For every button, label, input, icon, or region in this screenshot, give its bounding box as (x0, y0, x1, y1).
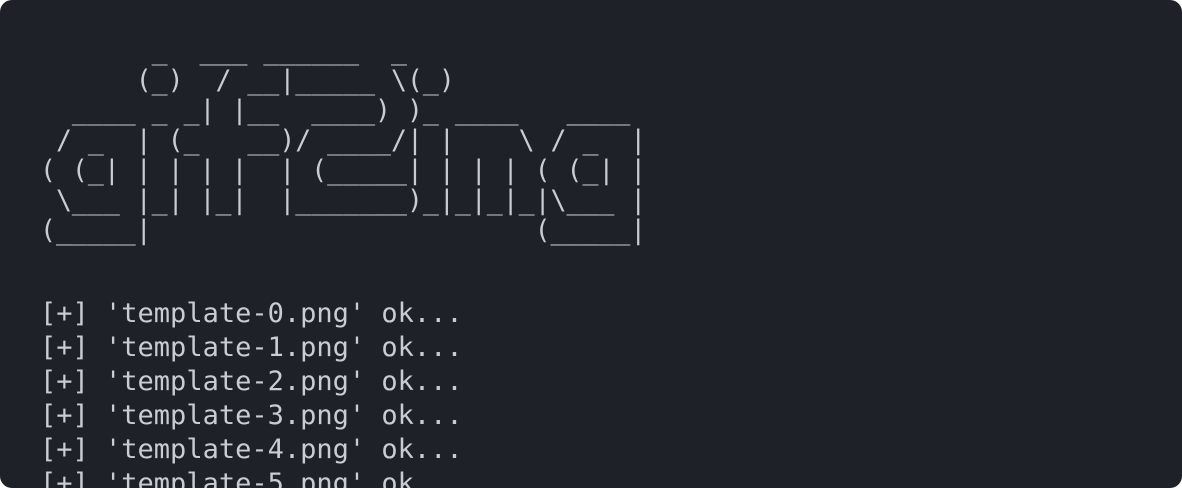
log-status-prefix: [+] (40, 468, 89, 488)
banner-line: (_) / __|_____ \(_) (40, 65, 455, 96)
ascii-art-banner: _ ___ ______ _ (_) / __|_____ \(_) ____ … (40, 36, 646, 246)
log-status-prefix: [+] (40, 366, 89, 397)
banner-line: / _ | (_ __)/ ____/| | \ / _ | (40, 125, 647, 156)
log-message: 'template-5.png' ok... (88, 468, 463, 488)
terminal-window: _ ___ ______ _ (_) / __|_____ \(_) ____ … (0, 0, 1182, 488)
log-line: [+] 'template-5.png' ok... (40, 467, 463, 488)
log-line: [+] 'template-0.png' ok... (40, 297, 463, 331)
banner-line: ( (_| | | | | | (_____| | | | ( (_| | (40, 155, 647, 186)
log-line: [+] 'template-4.png' ok... (40, 433, 463, 467)
log-message: 'template-1.png' ok... (88, 332, 463, 363)
output-log: [+] 'template-0.png' ok... [+] 'template-… (40, 297, 463, 488)
log-line: [+] 'template-3.png' ok... (40, 399, 463, 433)
log-message: 'template-2.png' ok... (88, 366, 463, 397)
log-status-prefix: [+] (40, 332, 89, 363)
banner-line: _ ___ ______ _ (40, 35, 407, 66)
log-line: [+] 'template-2.png' ok... (40, 365, 463, 399)
log-message: 'template-3.png' ok... (88, 400, 463, 431)
log-line: [+] 'template-1.png' ok... (40, 331, 463, 365)
log-status-prefix: [+] (40, 400, 89, 431)
banner-line: \___ |_| |_| |_______)_|_|_|_|\___ | (40, 185, 647, 216)
log-status-prefix: [+] (40, 298, 89, 329)
log-status-prefix: [+] (40, 434, 89, 465)
banner-line: ____ _ _| |__ ____) )_ ____ ____ (40, 95, 631, 126)
log-message: 'template-0.png' ok... (88, 298, 463, 329)
banner-line: (_____| (_____| (40, 215, 647, 246)
log-message: 'template-4.png' ok... (88, 434, 463, 465)
